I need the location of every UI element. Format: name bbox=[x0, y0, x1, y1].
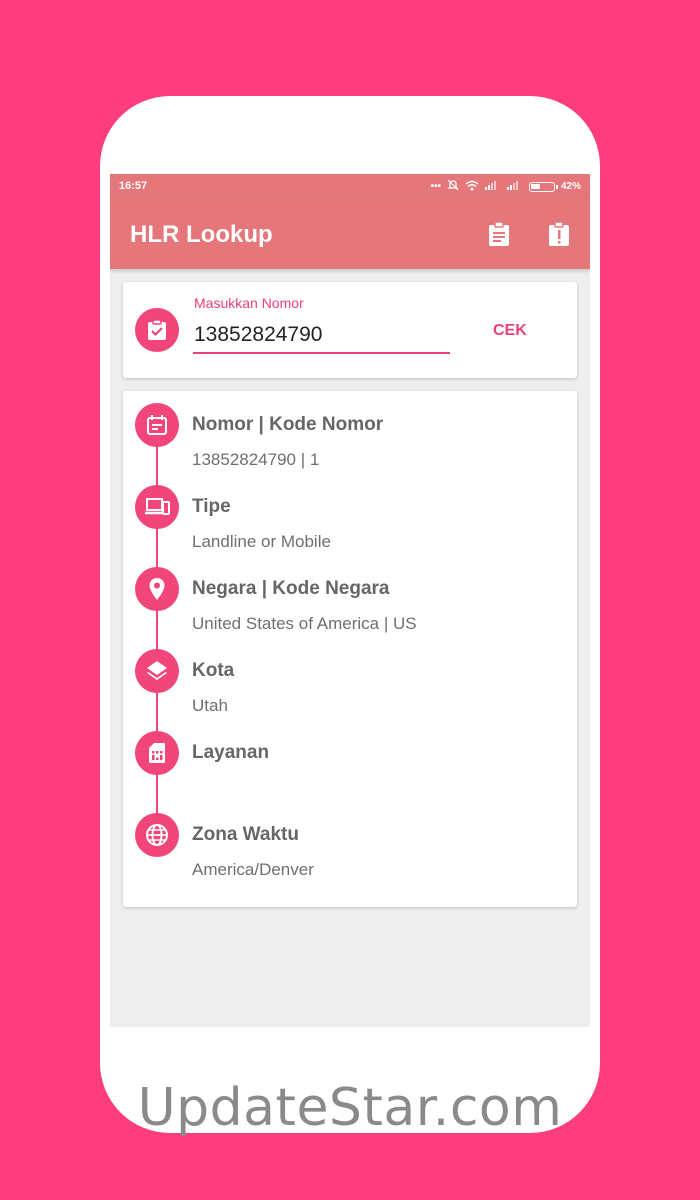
number-input-label: Masukkan Nomor bbox=[194, 295, 304, 311]
result-value: Utah bbox=[192, 696, 228, 715]
result-label: Layanan bbox=[192, 742, 270, 763]
more-dots-icon: ••• bbox=[430, 181, 441, 192]
result-row-number: Nomor | Kode Nomor 13852824790 | 1 bbox=[123, 391, 577, 471]
check-button[interactable]: CEK bbox=[493, 322, 527, 340]
layers-icon bbox=[135, 649, 179, 693]
clipboard-check-icon bbox=[135, 308, 179, 352]
result-row-city: Kota Utah bbox=[123, 637, 577, 717]
result-row-service: Layanan bbox=[123, 719, 577, 799]
status-time: 16:57 bbox=[119, 180, 148, 192]
result-row-type: Tipe Landline or Mobile bbox=[123, 473, 577, 553]
status-icons: ••• 42% bbox=[430, 179, 581, 194]
result-label: Tipe bbox=[192, 496, 231, 517]
calendar-note-icon bbox=[135, 403, 179, 447]
result-value: America/Denver bbox=[192, 860, 314, 879]
wifi-icon bbox=[465, 180, 479, 194]
status-bar: 16:57 ••• 42% bbox=[110, 174, 590, 199]
result-label: Nomor | Kode Nomor bbox=[192, 414, 384, 435]
result-label: Negara | Kode Negara bbox=[192, 578, 390, 599]
watermark-text: UpdateStar.com bbox=[137, 1078, 563, 1138]
signal-icon bbox=[484, 180, 501, 193]
mute-icon bbox=[447, 179, 459, 194]
devices-icon bbox=[135, 485, 179, 529]
app-title: HLR Lookup bbox=[130, 221, 273, 248]
app-screen: 16:57 ••• 42% HLR Lookup Masukkan Nomor … bbox=[110, 174, 590, 1027]
result-label: Kota bbox=[192, 660, 235, 681]
number-input[interactable] bbox=[193, 318, 450, 354]
location-pin-icon bbox=[135, 567, 179, 611]
result-row-timezone: Zona Waktu America/Denver bbox=[123, 801, 577, 881]
result-row-country: Negara | Kode Negara United States of Am… bbox=[123, 555, 577, 635]
signal-icon-2 bbox=[506, 180, 523, 193]
battery-level: 42% bbox=[560, 181, 581, 192]
sim-card-icon bbox=[135, 731, 179, 775]
clipboard-icon[interactable] bbox=[484, 219, 514, 249]
result-label: Zona Waktu bbox=[192, 824, 299, 845]
clipboard-alert-icon[interactable] bbox=[544, 219, 574, 249]
battery-icon bbox=[528, 181, 558, 192]
app-bar: HLR Lookup bbox=[110, 199, 590, 269]
input-card: Masukkan Nomor CEK bbox=[123, 282, 577, 378]
globe-icon bbox=[135, 813, 179, 857]
result-value: Landline or Mobile bbox=[192, 532, 331, 551]
result-card: Nomor | Kode Nomor 13852824790 | 1 Tipe … bbox=[123, 391, 577, 907]
result-value: 13852824790 | 1 bbox=[192, 450, 320, 469]
result-value: United States of America | US bbox=[192, 614, 417, 633]
